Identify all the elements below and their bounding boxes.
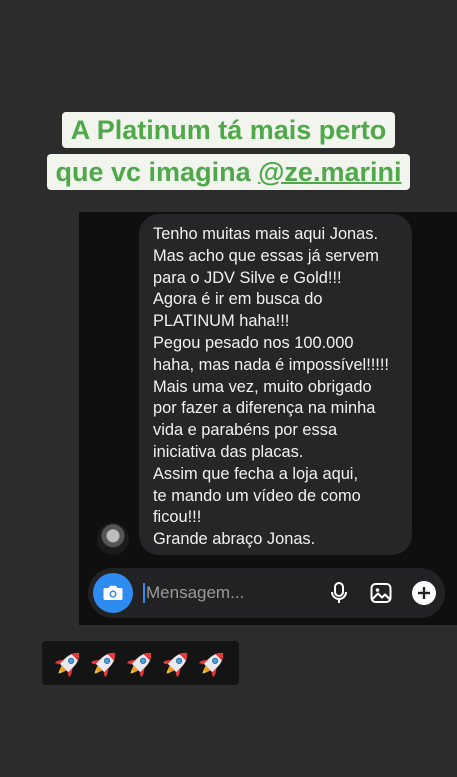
message-composer: Mensagem... (88, 568, 445, 618)
message-line: haha, mas nada é impossível!!!!! (153, 355, 389, 374)
message-line: Assim que fecha a loja aqui, (153, 464, 359, 483)
headline-text: que vc imagina (55, 157, 259, 187)
headline-sticker: A Platinum tá mais perto que vc imagina … (0, 112, 457, 190)
message-line: para o JDV Silve e Gold!!! (153, 268, 342, 287)
rocket-icon (198, 652, 223, 678)
camera-icon (103, 585, 123, 600)
avatar[interactable] (97, 523, 129, 555)
gallery-button[interactable] (367, 579, 395, 607)
message-line: Grande abraço Jonas. (153, 530, 316, 549)
message-line: Tenho muitas mais aqui Jonas. (153, 225, 379, 243)
message-line: te mando um vídeo de como (153, 486, 361, 505)
headline-line-1: A Platinum tá mais perto (61, 112, 396, 148)
message-line: Pegou pesado nos 100.000 (153, 333, 354, 352)
message-line: iniciativa das placas. (153, 442, 304, 461)
message-line: Agora é ir em busca do (153, 290, 323, 309)
rocket-icon (54, 652, 79, 678)
message-line: ficou!!! (153, 508, 202, 527)
add-button[interactable] (410, 579, 438, 607)
image-icon (370, 583, 392, 603)
rocket-icon (126, 652, 151, 678)
user-mention-link[interactable]: @ze.marini (258, 157, 401, 187)
microphone-icon (331, 582, 347, 603)
message-line: PLATINUM haha!!! (153, 312, 290, 331)
plus-icon (412, 581, 436, 605)
message-line: vida e parabéns por essa (153, 421, 338, 440)
microphone-button[interactable] (325, 579, 353, 607)
message-line: por fazer a diferença na minha (153, 399, 376, 418)
rocket-icon (90, 652, 115, 678)
camera-button[interactable] (93, 573, 133, 613)
text-cursor (143, 583, 145, 603)
message-bubble: Tenho muitas mais aqui Jonas. Mas acho q… (139, 214, 412, 555)
message-input[interactable]: Mensagem... (146, 581, 306, 605)
message-line: Mais uma vez, muito obrigado (153, 377, 372, 396)
rocket-emoji-sticker (42, 641, 239, 685)
story-page: A Platinum tá mais perto que vc imagina … (0, 0, 457, 777)
rocket-icon (162, 652, 187, 678)
message-line: Mas acho que essas já servem (153, 246, 379, 265)
headline-line-2: que vc imagina @ze.marini (46, 154, 411, 190)
